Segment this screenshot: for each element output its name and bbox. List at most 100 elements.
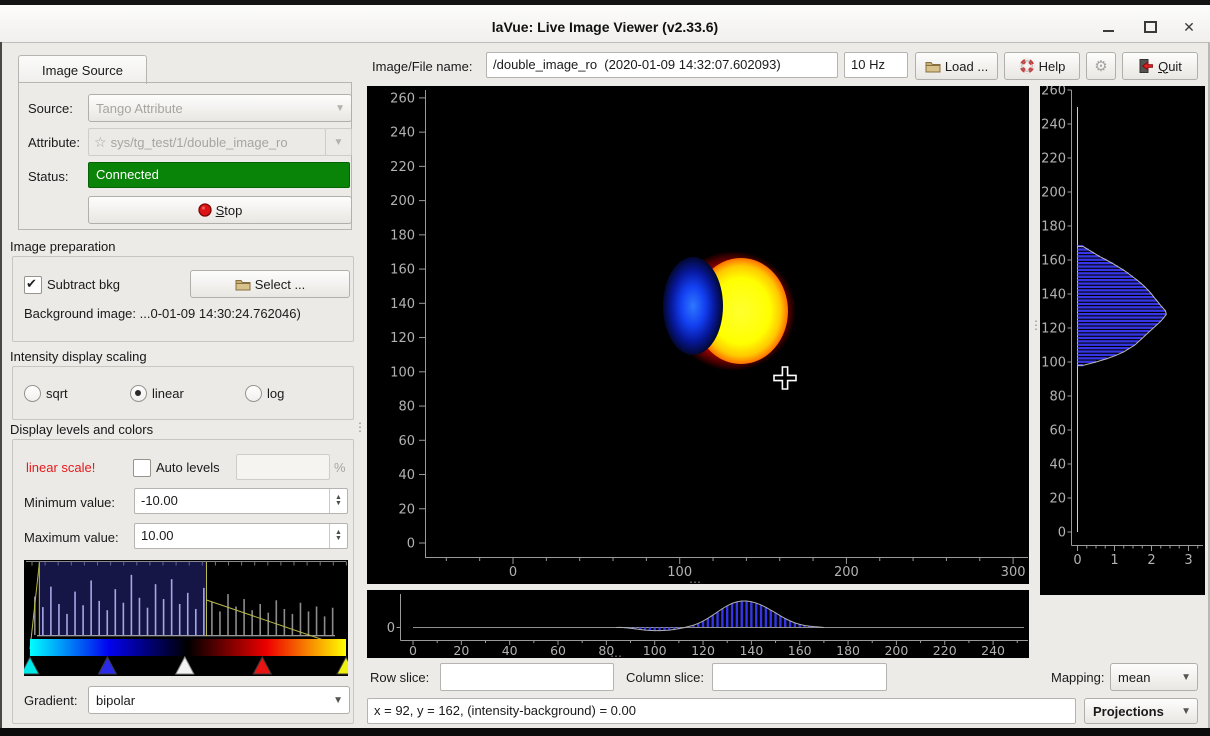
- intensity-scaling-header: Intensity display scaling: [10, 349, 147, 364]
- subtract-bkg-label: Subtract bkg: [47, 277, 120, 292]
- column-slice-input[interactable]: [712, 663, 887, 691]
- window-bottom-border: [0, 728, 1210, 736]
- auto-levels-percent-input[interactable]: [236, 454, 330, 480]
- tab-image-source-label: Image Source: [42, 63, 123, 78]
- gradient-combobox[interactable]: bipolar ▼: [88, 686, 350, 714]
- refresh-rate-value: 10 Hz: [845, 53, 907, 77]
- select-background-button[interactable]: Select ...: [190, 270, 350, 298]
- radio-sqrt-label[interactable]: sqrt: [46, 386, 68, 401]
- svg-text:0: 0: [509, 565, 517, 580]
- image-preparation-header: Image preparation: [10, 239, 116, 254]
- auto-levels-checkbox[interactable]: [133, 459, 151, 477]
- settings-button[interactable]: ⚙: [1086, 52, 1116, 80]
- vertical-splitter-handle[interactable]: ⋮: [1030, 322, 1042, 328]
- attribute-combobox[interactable]: ☆ sys/tg_test/1/double_image_ro: [88, 128, 326, 156]
- main-image-plot[interactable]: 0204060801001201401601802002202402600100…: [367, 86, 1029, 584]
- help-button-label: Help: [1039, 59, 1066, 74]
- display-levels-header: Display levels and colors: [10, 422, 153, 437]
- radio-linear-label[interactable]: linear: [152, 386, 184, 401]
- help-lifebuoy-icon: [1019, 58, 1035, 74]
- vertical-splitter-handle[interactable]: ⋮: [354, 424, 366, 430]
- svg-text:0: 0: [1058, 526, 1066, 541]
- quit-door-icon: [1138, 58, 1154, 74]
- maximum-value-label: Maximum value:: [24, 530, 119, 545]
- stop-button[interactable]: Stop: [88, 196, 352, 224]
- svg-text:260: 260: [390, 91, 415, 106]
- radio-linear[interactable]: [130, 385, 147, 402]
- levels-histogram-widget[interactable]: [24, 560, 348, 676]
- svg-text:160: 160: [788, 643, 812, 658]
- svg-text:120: 120: [1041, 322, 1066, 337]
- radio-log-label[interactable]: log: [267, 386, 284, 401]
- minimize-button[interactable]: [1095, 17, 1121, 37]
- mapping-value: mean: [1111, 670, 1151, 685]
- svg-text:200: 200: [1041, 186, 1066, 201]
- subtract-bkg-checkbox[interactable]: [24, 276, 42, 294]
- svg-text:0: 0: [409, 643, 417, 658]
- svg-text:80: 80: [398, 400, 415, 415]
- horizontal-splitter-handle[interactable]: ⋯: [610, 653, 622, 659]
- tab-image-source[interactable]: Image Source: [18, 55, 147, 84]
- svg-text:20: 20: [1049, 492, 1066, 507]
- spinner-arrows-icon[interactable]: ▲▼: [329, 489, 347, 513]
- svg-text:140: 140: [390, 297, 415, 312]
- source-combobox[interactable]: Tango Attribute ▼: [88, 94, 352, 122]
- column-slice-label: Column slice:: [626, 670, 704, 685]
- minimum-value[interactable]: -10.00: [135, 489, 329, 513]
- minimum-value-label: Minimum value:: [24, 495, 115, 510]
- auto-levels-label[interactable]: Auto levels: [156, 460, 220, 475]
- maximize-button[interactable]: [1137, 17, 1163, 37]
- source-label: Source:: [28, 101, 73, 116]
- load-button[interactable]: Load ...: [915, 52, 998, 80]
- maximum-value-spinbox[interactable]: 10.00 ▲▼: [134, 523, 348, 549]
- minimum-value-spinbox[interactable]: -10.00 ▲▼: [134, 488, 348, 514]
- scale-note: linear scale!: [26, 460, 95, 475]
- svg-text:40: 40: [502, 643, 518, 658]
- svg-text:180: 180: [390, 228, 415, 243]
- row-slice-input[interactable]: [440, 663, 614, 691]
- svg-text:200: 200: [884, 643, 908, 658]
- close-button[interactable]: ✕: [1176, 17, 1202, 37]
- attribute-value: sys/tg_test/1/double_image_ro: [107, 135, 288, 150]
- svg-text:200: 200: [390, 194, 415, 209]
- spinner-arrows-icon[interactable]: ▲▼: [329, 524, 347, 548]
- help-button[interactable]: Help: [1004, 52, 1080, 80]
- window-title: laVue: Live Image Viewer (v2.33.6): [0, 19, 1210, 35]
- folder-icon: [925, 60, 941, 73]
- horizontal-splitter-handle[interactable]: ⋯: [689, 579, 701, 585]
- svg-text:120: 120: [691, 643, 715, 658]
- chevron-down-icon: ▼: [1181, 706, 1197, 717]
- chevron-down-icon: ▼: [333, 695, 349, 706]
- column-projection-plot[interactable]: 0020406080100120140160180200220240260: [367, 590, 1029, 658]
- status-label: Status:: [28, 169, 68, 184]
- svg-text:40: 40: [398, 468, 415, 483]
- radio-sqrt[interactable]: [24, 385, 41, 402]
- svg-text:3: 3: [1184, 553, 1192, 568]
- svg-text:200: 200: [834, 565, 859, 580]
- gradient-label: Gradient:: [24, 693, 77, 708]
- svg-text:100: 100: [1041, 356, 1066, 371]
- quit-button[interactable]: Quit: [1122, 52, 1198, 80]
- status-badge: Connected: [88, 162, 350, 188]
- svg-text:0: 0: [387, 621, 395, 636]
- source-value: Tango Attribute: [89, 101, 183, 116]
- radio-log[interactable]: [245, 385, 262, 402]
- image-preparation-group: [12, 256, 354, 342]
- image-file-name-field[interactable]: /double_image_ro (2020-01-09 14:32:07.60…: [486, 52, 838, 78]
- window-left-border: [0, 42, 2, 728]
- refresh-rate-field[interactable]: 10 Hz: [844, 52, 908, 78]
- projections-combobox[interactable]: Projections ▼: [1084, 698, 1198, 724]
- svg-text:220: 220: [1041, 152, 1066, 167]
- svg-text:240: 240: [981, 643, 1005, 658]
- star-icon[interactable]: ☆: [89, 134, 107, 151]
- mapping-combobox[interactable]: mean ▼: [1110, 663, 1198, 691]
- row-projection-plot[interactable]: 0204060801001201401601802002202402600123: [1040, 86, 1205, 595]
- pointer-info-text: x = 92, y = 162, (intensity-background) …: [368, 699, 1075, 723]
- svg-text:240: 240: [390, 126, 415, 141]
- minimize-icon: [1103, 30, 1114, 32]
- attribute-dropdown-button[interactable]: ▼: [325, 128, 352, 156]
- maximum-value[interactable]: 10.00: [135, 524, 329, 548]
- load-button-label: Load ...: [945, 59, 988, 74]
- svg-text:20: 20: [398, 502, 415, 517]
- svg-text:0: 0: [407, 537, 415, 552]
